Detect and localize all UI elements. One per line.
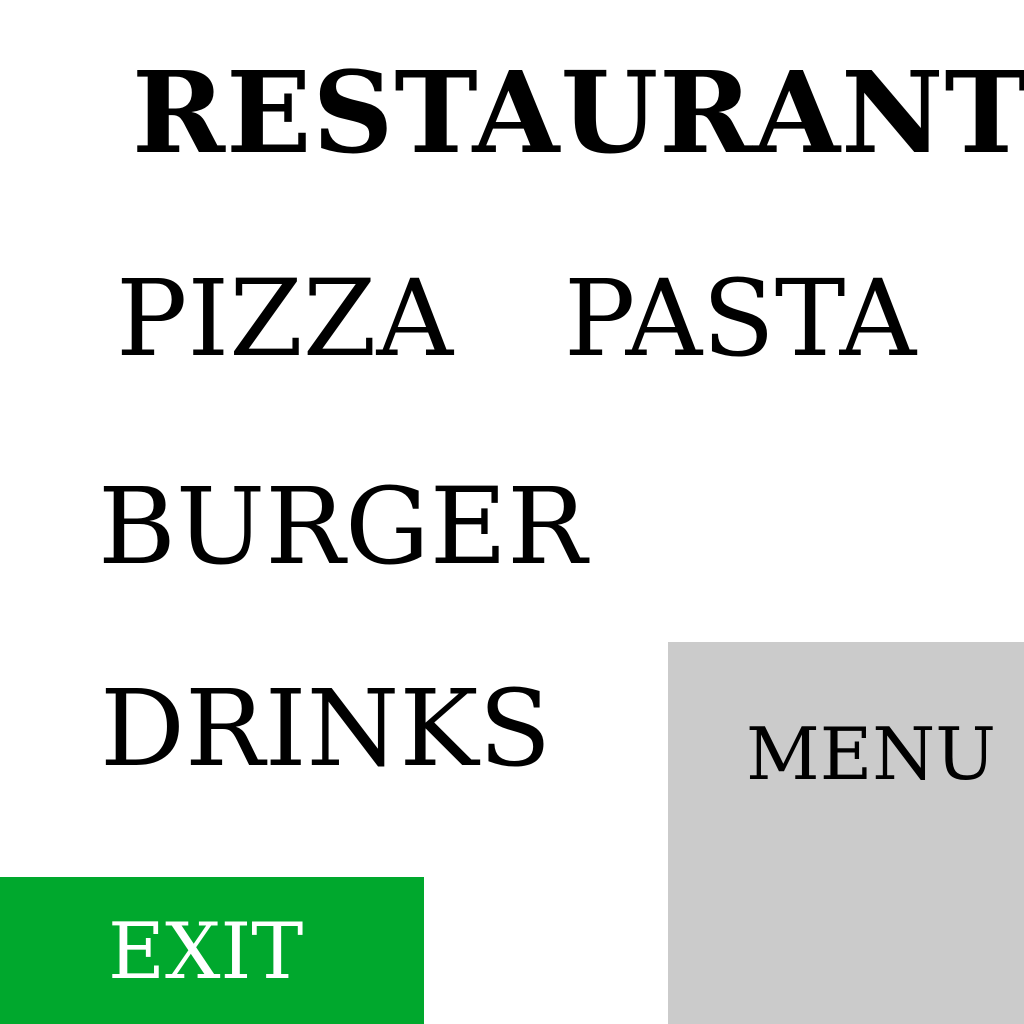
- category-pasta[interactable]: PASTA: [564, 266, 916, 372]
- page-title: RESTAURANT: [132, 48, 1024, 179]
- category-burger[interactable]: BURGER: [98, 474, 587, 580]
- menu-button-label: MENU: [746, 712, 996, 796]
- exit-button[interactable]: EXIT: [0, 877, 424, 1024]
- menu-button[interactable]: MENU: [668, 642, 1024, 1024]
- category-drinks[interactable]: DRINKS: [100, 676, 551, 782]
- category-pizza[interactable]: PIZZA: [116, 266, 453, 372]
- exit-button-label: EXIT: [108, 907, 304, 997]
